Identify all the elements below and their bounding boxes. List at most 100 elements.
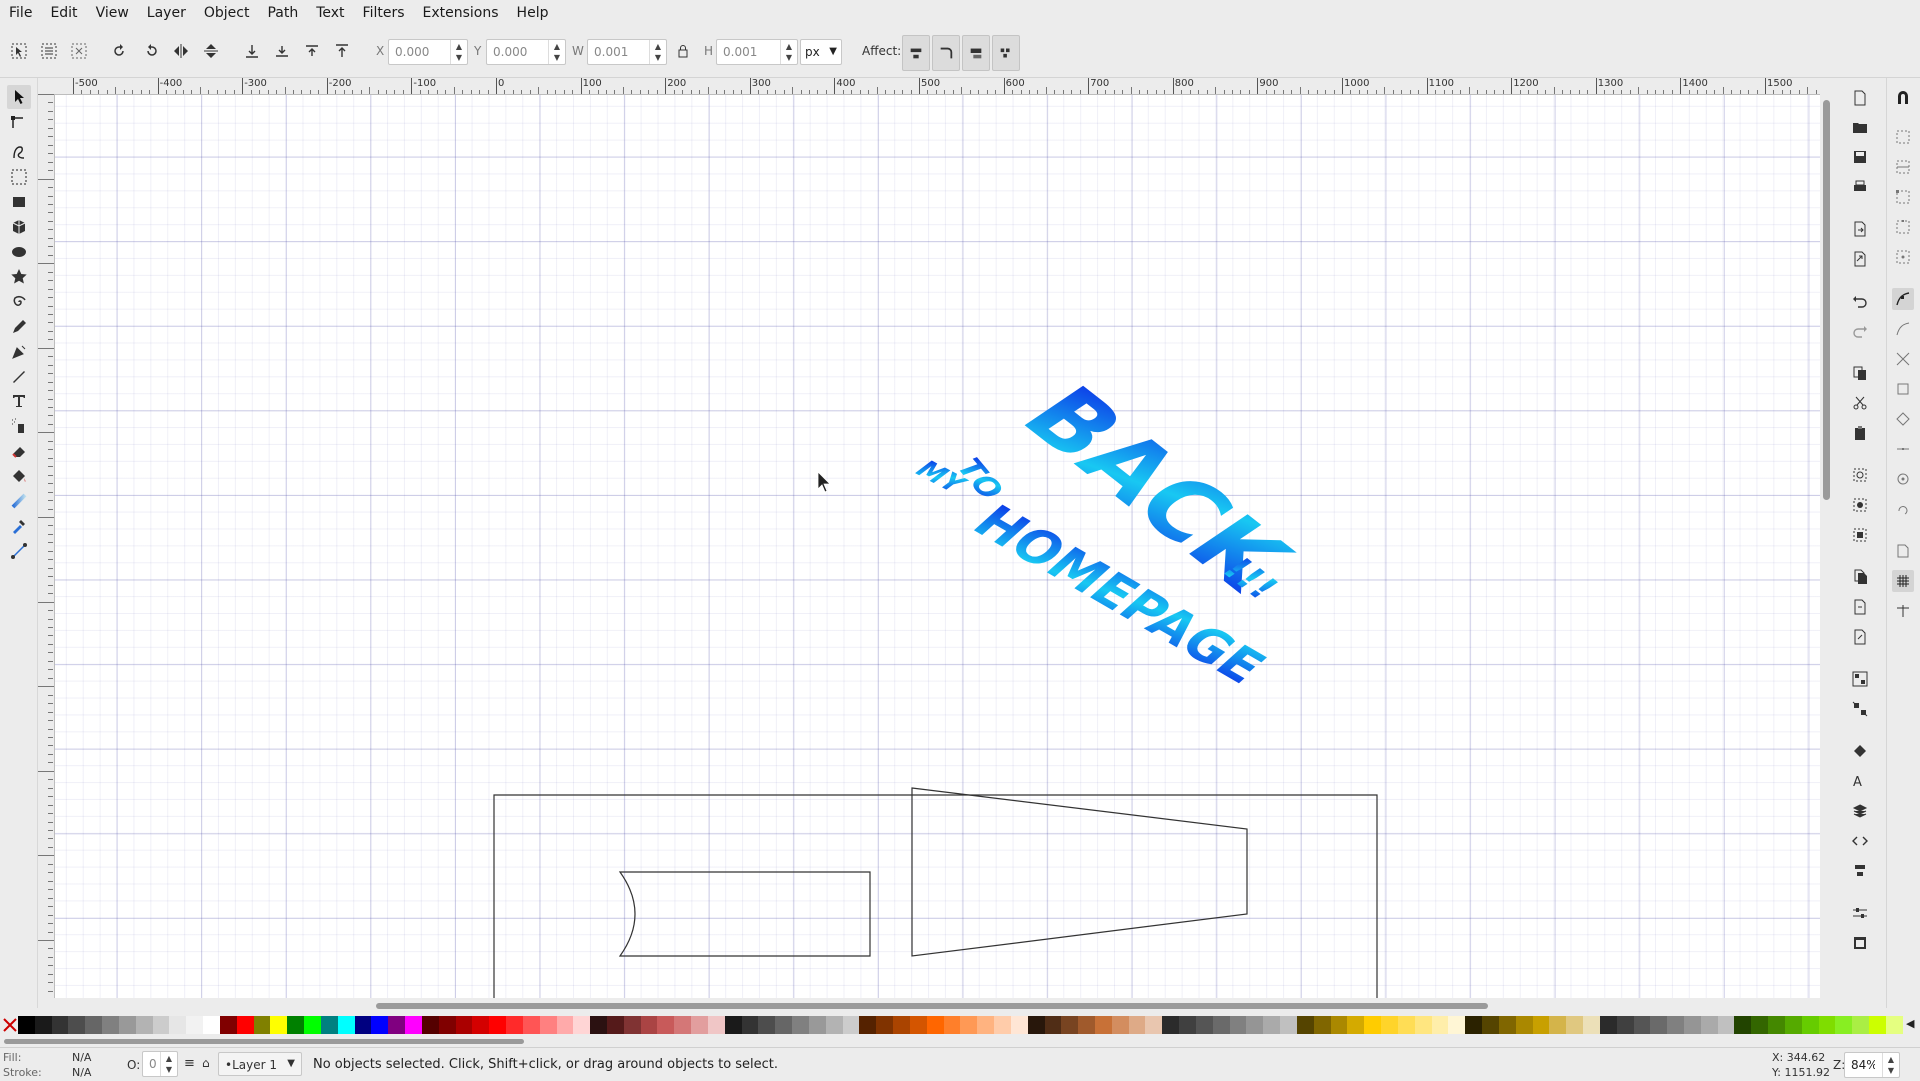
cut-icon[interactable] — [1849, 392, 1871, 414]
gradient-tool[interactable] — [7, 489, 31, 513]
snap-smooth-nodes-icon[interactable] — [1892, 408, 1914, 430]
color-swatch[interactable] — [388, 1016, 406, 1034]
align-distribute-icon[interactable] — [1849, 860, 1871, 882]
color-swatch[interactable] — [337, 1016, 355, 1034]
zoom-drawing-icon[interactable] — [1849, 494, 1871, 516]
drawing-canvas[interactable]: BACK !!! HOMEPAGE TO MY — [55, 95, 1820, 998]
calligraphy-tool[interactable] — [7, 364, 31, 388]
3d-box-tool[interactable] — [7, 215, 31, 239]
rectangle-tool[interactable] — [7, 190, 31, 214]
color-swatch[interactable] — [1616, 1016, 1634, 1034]
menu-view[interactable]: View — [87, 0, 138, 26]
palette-menu-icon[interactable]: ◀ — [1906, 1017, 1914, 1030]
export-icon[interactable] — [1849, 248, 1871, 270]
color-swatch[interactable] — [1330, 1016, 1348, 1034]
zoom-field[interactable]: ▲▼ — [1844, 1052, 1900, 1078]
color-swatch[interactable] — [1414, 1016, 1432, 1034]
color-swatch[interactable] — [1044, 1016, 1062, 1034]
zoom-tool[interactable] — [7, 165, 31, 189]
w-input[interactable] — [588, 40, 648, 64]
color-swatch[interactable] — [1246, 1016, 1264, 1034]
menu-object[interactable]: Object — [195, 0, 259, 26]
color-swatch[interactable] — [236, 1016, 254, 1034]
color-swatch[interactable] — [1734, 1016, 1752, 1034]
color-swatch[interactable] — [1381, 1016, 1398, 1034]
flip-vertical-icon[interactable] — [201, 41, 221, 61]
zoom-spin-arrows[interactable]: ▲ ▼ — [1882, 1053, 1899, 1077]
lock-icon[interactable] — [673, 41, 693, 61]
color-swatch[interactable] — [539, 1016, 557, 1034]
snap-intersections-icon[interactable] — [1892, 348, 1914, 370]
color-swatch[interactable] — [51, 1016, 69, 1034]
preferences-icon[interactable] — [1849, 902, 1871, 924]
zoom-page-icon[interactable] — [1849, 524, 1871, 546]
rounded-rectangle-outline[interactable] — [618, 871, 871, 957]
color-swatch[interactable] — [1061, 1016, 1079, 1034]
move-patterns-toggle[interactable] — [992, 35, 1020, 71]
document-properties-icon[interactable] — [1849, 932, 1871, 954]
color-swatch[interactable] — [34, 1016, 52, 1034]
color-swatch[interactable] — [909, 1016, 927, 1034]
snap-bbox-icon[interactable] — [1892, 126, 1914, 148]
color-swatch[interactable] — [1835, 1016, 1853, 1034]
layer-select[interactable]: •Layer 1 ▼ — [218, 1052, 302, 1076]
w-field[interactable]: ▲▼ — [587, 39, 667, 65]
flip-horizontal-icon[interactable] — [171, 41, 191, 61]
no-paint-swatch[interactable] — [2, 1017, 18, 1033]
snap-page-border-icon[interactable] — [1892, 540, 1914, 562]
palette-scroll-thumb[interactable] — [4, 1039, 524, 1044]
color-swatch[interactable] — [825, 1016, 843, 1034]
color-swatch[interactable] — [287, 1016, 305, 1034]
color-swatch[interactable] — [85, 1016, 103, 1034]
star-tool[interactable] — [7, 265, 31, 289]
color-swatch[interactable] — [152, 1016, 170, 1034]
color-swatch[interactable] — [657, 1016, 675, 1034]
color-swatch[interactable] — [253, 1016, 271, 1034]
fill-value[interactable]: N/A — [72, 1051, 91, 1064]
color-swatch[interactable] — [219, 1016, 237, 1034]
pen-tool[interactable] — [7, 340, 31, 364]
w-spin-arrows[interactable]: ▲ ▼ — [649, 40, 666, 64]
color-swatch[interactable] — [1195, 1016, 1213, 1034]
color-swatch[interactable] — [590, 1016, 607, 1034]
color-swatch[interactable] — [707, 1016, 725, 1034]
color-swatch[interactable] — [994, 1016, 1011, 1034]
color-swatch[interactable] — [1448, 1016, 1466, 1034]
snap-midpoints-icon[interactable] — [1892, 438, 1914, 460]
menu-filters[interactable]: Filters — [354, 0, 414, 26]
opacity-spin-arrows[interactable]: ▲ ▼ — [160, 1052, 177, 1076]
paint-bucket-tool[interactable] — [7, 464, 31, 488]
color-swatch[interactable] — [960, 1016, 978, 1034]
color-swatch[interactable] — [1700, 1016, 1718, 1034]
color-swatch[interactable] — [926, 1016, 944, 1034]
y-field[interactable]: ▲▼ — [486, 39, 566, 65]
select-all-icon[interactable] — [9, 41, 29, 61]
eraser-tool[interactable] — [7, 439, 31, 463]
x-spin-arrows[interactable]: ▲ ▼ — [450, 40, 467, 64]
horizontal-scroll-thumb[interactable] — [376, 1003, 1488, 1009]
menu-layer[interactable]: Layer — [138, 0, 195, 26]
layer-lock-icon[interactable]: ⌂ — [202, 1056, 210, 1070]
color-swatch[interactable] — [1650, 1016, 1668, 1034]
new-document-icon[interactable] — [1849, 87, 1871, 109]
pencil-tool[interactable] — [7, 315, 31, 339]
raise-to-top-icon[interactable] — [332, 41, 352, 61]
zoom-input[interactable] — [1845, 1053, 1881, 1077]
color-swatch[interactable] — [1885, 1016, 1903, 1034]
color-swatch[interactable] — [1818, 1016, 1836, 1034]
color-swatch[interactable] — [1280, 1016, 1297, 1034]
color-swatch[interactable] — [674, 1016, 692, 1034]
node-tool[interactable] — [7, 110, 31, 134]
color-swatch[interactable] — [1566, 1016, 1584, 1034]
h-input[interactable] — [717, 40, 779, 64]
x-field[interactable]: ▲▼ — [388, 39, 468, 65]
undo-icon[interactable] — [1849, 290, 1871, 312]
snap-object-centers-icon[interactable] — [1892, 468, 1914, 490]
scale-corners-toggle[interactable] — [932, 35, 960, 71]
color-swatch[interactable] — [573, 1016, 591, 1034]
color-swatch[interactable] — [1465, 1016, 1483, 1034]
snap-bbox-centers-icon[interactable] — [1892, 246, 1914, 268]
snap-bbox-edges-icon[interactable] — [1892, 156, 1914, 178]
snap-cusp-nodes-icon[interactable] — [1892, 378, 1914, 400]
color-swatch[interactable] — [1633, 1016, 1651, 1034]
